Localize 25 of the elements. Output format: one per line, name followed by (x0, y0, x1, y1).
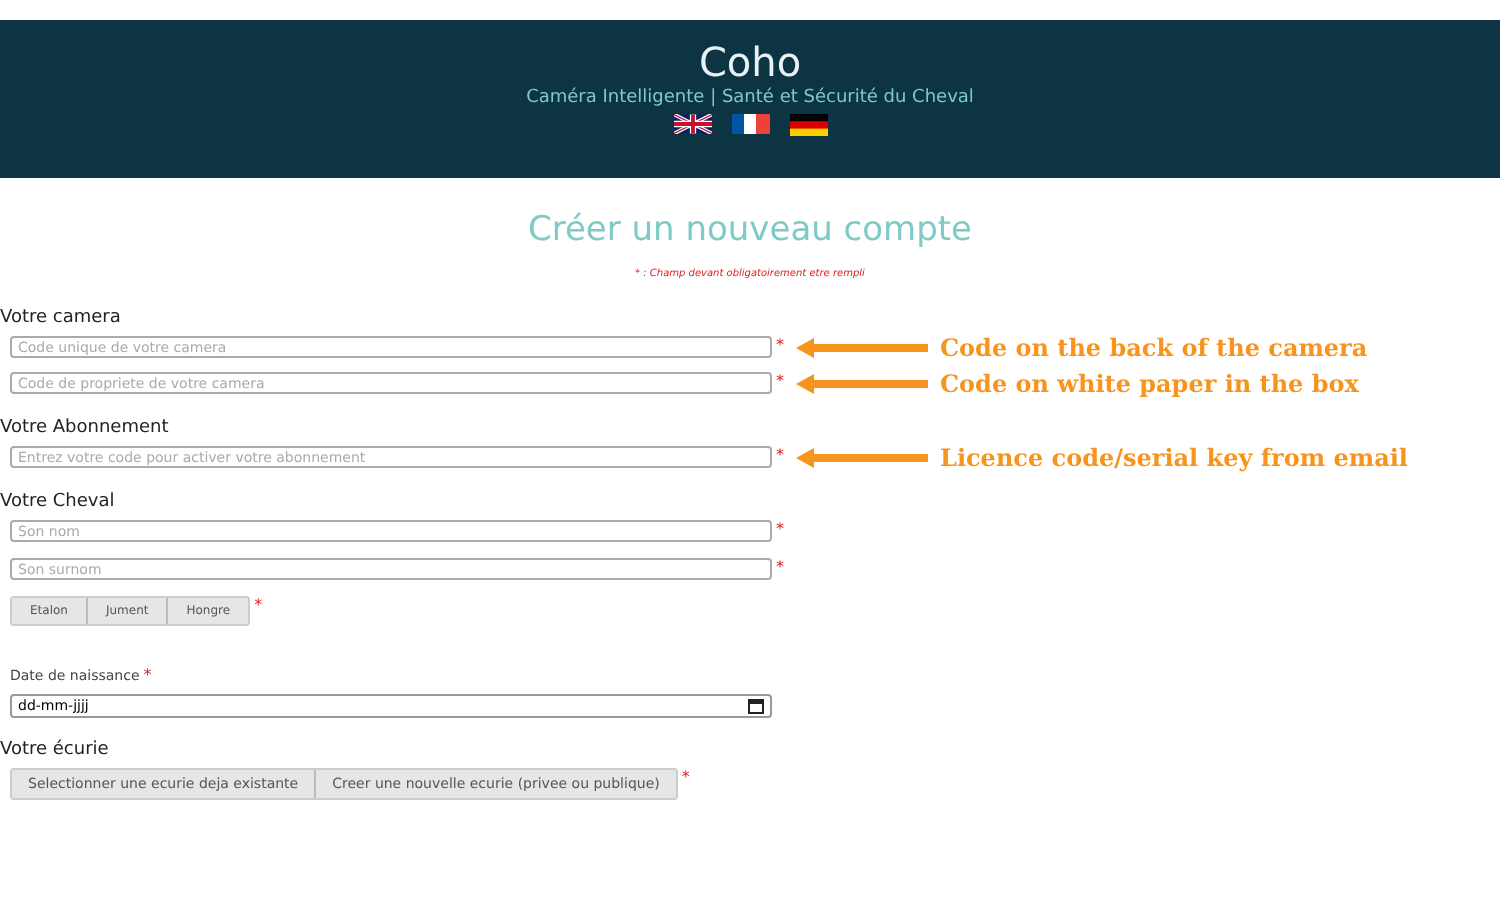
arrow-icon (796, 373, 928, 393)
required-asterisk: * (776, 446, 784, 464)
logo: Coho (698, 40, 802, 84)
required-asterisk: * (776, 520, 784, 538)
section-heading: Votre camera (0, 308, 123, 328)
annotation-text: Code on white paper in the box (940, 369, 1359, 397)
page-title: Créer un nouveau compte (525, 210, 975, 250)
germany-flag-icon[interactable] (789, 114, 827, 136)
arrow-icon (796, 337, 928, 357)
required-asterisk: * (776, 558, 784, 576)
required-asterisk: * (776, 336, 784, 354)
annotation-text: Licence code/serial key from email (940, 443, 1408, 471)
required-asterisk: * (254, 596, 263, 614)
tagline: Caméra Intelligente | Santé et Sécurité du Cheval (526, 88, 974, 108)
required-asterisk: * (143, 666, 152, 684)
annotation-text: Code on the back of the camera (940, 333, 1368, 361)
calendar-icon (748, 697, 764, 713)
france-flag-icon[interactable] (731, 114, 769, 134)
required-asterisk: * (776, 372, 784, 390)
section-heading: Votre Abonnement (0, 418, 171, 438)
uk-flag-icon[interactable] (673, 114, 711, 134)
arrow-icon (796, 447, 928, 467)
section-heading: Votre écurie (0, 740, 111, 760)
required-asterisk: * (681, 768, 690, 786)
section-heading: Votre Cheval (0, 492, 117, 512)
